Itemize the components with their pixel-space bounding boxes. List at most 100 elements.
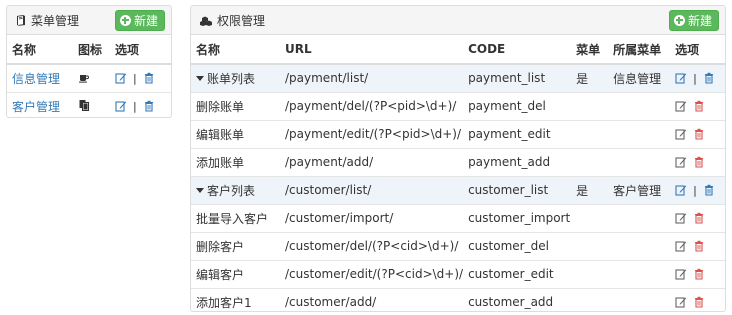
perm-col-options: 选项 [670,35,725,65]
perm-col-menu: 菜单 [571,35,609,65]
permission-name-cell: 删除账单 [191,91,280,120]
trash-icon[interactable] [693,296,705,308]
trash-icon[interactable] [693,128,705,140]
permission-url: /payment/list/ [280,63,464,92]
permission-parent-menu [608,287,671,311]
permission-row: 编辑客户 /customer/edit/(?P<cid>\d+)/ custom… [191,259,725,288]
edit-icon[interactable] [115,100,127,112]
edit-icon[interactable] [675,296,687,308]
perm-col-name: 名称 [191,35,280,65]
permission-menu-flag [571,91,609,120]
permission-name-cell: 编辑账单 [191,119,280,148]
trash-icon[interactable] [693,156,705,168]
permission-url: /customer/del/(?P<cid>\d+)/ [280,231,464,260]
permission-name-cell: 编辑客户 [191,259,280,288]
perm-col-url: URL [280,35,464,65]
cubes-icon [199,14,213,26]
row-options: | [115,100,171,113]
permission-row: 删除客户 /customer/del/(?P<cid>\d+)/ custome… [191,231,725,260]
permission-new-label: 新建 [687,13,712,28]
menu-col-options: 选项 [110,35,171,65]
permission-url: /customer/edit/(?P<cid>\d+)/ [280,259,464,288]
trash-icon[interactable] [703,72,715,84]
permission-menu-flag: 是 [571,63,609,92]
edit-icon[interactable] [675,184,687,196]
trash-icon[interactable] [703,184,715,196]
permission-panel-title-text: 权限管理 [217,13,266,28]
book-icon [15,14,27,26]
permission-menu-flag: 是 [571,175,609,204]
edit-icon[interactable] [675,156,687,168]
permission-options-cell [670,259,725,288]
edit-icon[interactable] [115,72,127,84]
menu-table: 名称 图标 选项 信息管理 | 客户管理 | [7,35,171,117]
trash-icon[interactable] [693,212,705,224]
row-options: | [675,72,725,85]
permission-name: 账单列表 [207,71,256,86]
permission-parent-menu: 客户管理 [608,175,671,204]
permission-row: 添加客户1 /customer/add/ customer_add [191,287,725,311]
permission-menu-flag [571,231,609,260]
coffee-icon [78,71,90,83]
edit-icon[interactable] [675,100,687,112]
permission-parent-menu [608,147,671,176]
edit-icon[interactable] [675,212,687,224]
permission-name-cell: 删除客户 [191,231,280,260]
menu-col-name: 名称 [7,35,73,65]
row-options [675,128,725,140]
edit-icon[interactable] [675,268,687,280]
permission-name: 添加账单 [196,155,245,170]
edit-icon[interactable] [675,72,687,84]
permission-name: 删除客户 [196,239,245,254]
permission-menu-flag [571,119,609,148]
permission-url: /payment/del/(?P<pid>\d+)/ [280,91,464,120]
permission-name-cell: 客户列表 [191,175,280,204]
caret-down-icon[interactable] [196,187,204,193]
permission-parent-menu [608,91,671,120]
menu-name-link[interactable]: 客户管理 [12,100,60,114]
permission-options-cell [670,147,725,176]
menu-row: 信息管理 | [7,63,171,92]
caret-down-icon[interactable] [196,75,204,81]
trash-icon[interactable] [143,72,155,84]
trash-icon[interactable] [143,100,155,112]
permission-code: payment_add [463,147,572,176]
permission-name: 批量导入客户 [196,211,269,226]
permission-parent-menu [608,231,671,260]
menu-panel-title: 菜单管理 [15,12,115,29]
menu-new-button[interactable]: 新建 [114,9,165,31]
trash-icon[interactable] [693,240,705,252]
menu-new-label: 新建 [133,13,158,28]
menu-panel-title-text: 菜单管理 [31,13,80,28]
menu-panel-heading: 菜单管理 新建 [7,6,171,35]
row-options [675,268,725,280]
row-options [675,296,725,308]
row-options [675,212,725,224]
permission-name: 删除账单 [196,99,245,114]
permission-row: 客户列表 /customer/list/ customer_list 是 客户管… [191,175,725,204]
row-options [675,100,725,112]
permission-name: 客户列表 [207,183,256,198]
edit-icon[interactable] [675,128,687,140]
permission-code: customer_import [463,203,572,232]
menu-row: 客户管理 | [7,91,171,117]
permission-name-cell: 添加账单 [191,147,280,176]
permission-name: 添加客户1 [196,295,252,310]
trash-icon[interactable] [693,100,705,112]
permission-new-button[interactable]: 新建 [668,9,719,31]
option-separator: | [133,99,137,113]
permission-name: 编辑账单 [196,127,245,142]
edit-icon[interactable] [675,240,687,252]
row-options: | [115,72,171,85]
copy-icon [78,99,90,111]
option-separator: | [693,183,697,197]
perm-col-parent: 所属菜单 [608,35,671,65]
permission-panel-title: 权限管理 [199,12,669,29]
permission-code: customer_edit [463,259,572,288]
menu-table-header: 名称 图标 选项 [7,35,171,65]
permission-name-cell: 账单列表 [191,63,280,92]
permission-menu-flag [571,287,609,311]
menu-name-link[interactable]: 信息管理 [12,72,60,86]
trash-icon[interactable] [693,268,705,280]
menu-col-icon: 图标 [73,35,110,65]
